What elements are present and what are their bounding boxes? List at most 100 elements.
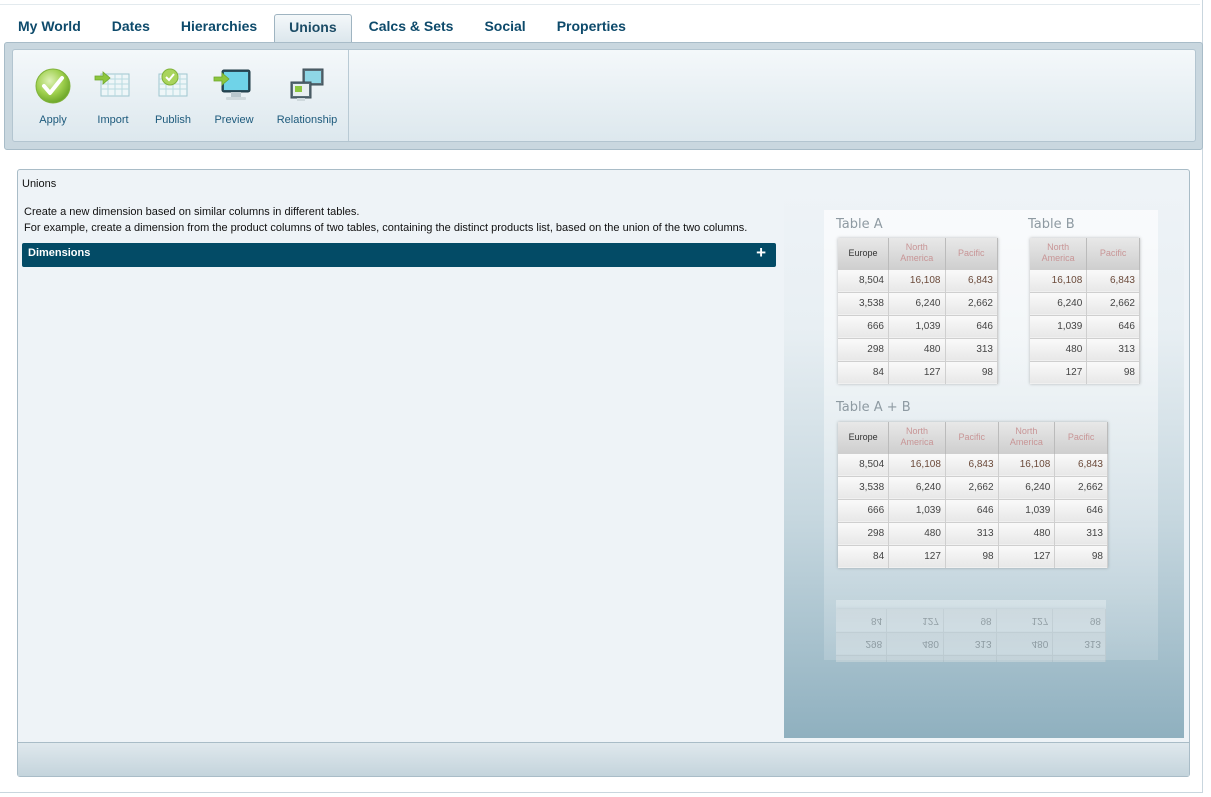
table-cell: 646 [1052, 655, 1106, 662]
table-cell: 313 [1086, 337, 1140, 361]
table-cell: 313 [943, 632, 997, 656]
tab-hierarchies[interactable]: Hierarchies [167, 14, 271, 42]
table-cell: 666 [838, 498, 890, 522]
tab-bar: My World Dates Hierarchies Unions Calcs … [4, 14, 643, 43]
table-row: 6,240 2,662 [1030, 291, 1140, 315]
table-cell: 298 [838, 521, 890, 545]
column-header: North America [1030, 238, 1088, 269]
table-cell: 16,108 [888, 452, 946, 476]
table-cell: 127 [998, 544, 1056, 568]
table-b: North America Pacific 16,108 6,843 6,240 2… [1030, 238, 1140, 384]
table-cell: 1,039 [888, 498, 946, 522]
dimensions-header[interactable]: Dimensions + [22, 243, 776, 267]
column-header: North America [888, 238, 946, 269]
table-row: 480 313 [1030, 337, 1140, 361]
table-row: 8,504 16,108 6,843 16,108 6,843 [838, 452, 1108, 476]
preview-label: Preview [214, 114, 254, 126]
ribbon: Apply Import Publish Preview Relationshi… [4, 42, 1203, 150]
table-cell: 98 [1052, 609, 1106, 633]
tab-social[interactable]: Social [470, 14, 539, 42]
tab-my-world[interactable]: My World [4, 14, 95, 42]
table-cell: 6,843 [1086, 268, 1140, 292]
top-divider [0, 4, 1200, 5]
table-cell: 646 [1054, 498, 1108, 522]
table-row: 298 480 313 480 313 [838, 521, 1108, 545]
description-line-1: Create a new dimension based on similar … [24, 206, 360, 218]
column-header: Europe [838, 422, 890, 453]
table-row: 6661,0396461,039646 [838, 498, 1108, 522]
table-cell: 313 [1054, 521, 1108, 545]
apply-button[interactable]: Apply [20, 64, 86, 134]
table-cell: 16,108 [998, 452, 1056, 476]
table-row: 16,108 6,843 [1030, 268, 1140, 292]
table-row: 84 127 98 127 98 [836, 609, 1106, 633]
table-reflection: 3,5386,2402,6626,2402,662 6661,0396461,0… [836, 600, 1106, 662]
apply-label: Apply [39, 114, 67, 126]
table-cell: 6,240 [888, 475, 946, 499]
table-cell: 6,240 [998, 475, 1056, 499]
table-cell: 298 [838, 337, 889, 361]
table-import-icon [94, 71, 130, 97]
table-ab-header-row: Europe North America Pacific North Ameri… [838, 422, 1108, 453]
tab-dates[interactable]: Dates [98, 14, 164, 42]
table-cell: 8,504 [838, 268, 889, 292]
column-header: North America [888, 422, 946, 453]
tab-calcs-sets[interactable]: Calcs & Sets [355, 14, 468, 42]
table-a: Europe North America Pacific 8,504 16,108… [838, 238, 998, 384]
table-cell: 127 [996, 609, 1053, 633]
dimensions-label: Dimensions [28, 247, 91, 259]
table-a-header-row: Europe North America Pacific [838, 238, 998, 269]
panel-title: Unions [22, 178, 57, 190]
column-header: Europe [838, 238, 889, 269]
table-row: 1,039 646 [1030, 314, 1140, 338]
table-cell: 8,504 [838, 452, 890, 476]
table-cell: 127 [1030, 360, 1088, 384]
table-cell: 666 [838, 314, 889, 338]
table-cell: 6,843 [1054, 452, 1108, 476]
column-header: Pacific [1086, 238, 1140, 269]
table-cell: 1,039 [1030, 314, 1088, 338]
table-cell: 298 [836, 632, 887, 656]
table-row: 6661,0396461,039646 [836, 655, 1106, 662]
table-b-header-row: North America Pacific [1030, 238, 1140, 269]
ribbon-toolbar: Apply Import Publish Preview Relationshi… [12, 49, 1196, 142]
table-b-title: Table B [1028, 217, 1075, 232]
table-cell: 646 [1086, 314, 1140, 338]
import-button[interactable]: Import [80, 64, 146, 134]
table-cell: 3,538 [838, 291, 889, 315]
table-cell: 666 [836, 655, 887, 662]
relationship-button[interactable]: Relationship [269, 64, 345, 134]
table-cell: 313 [945, 337, 998, 361]
column-header: North America [998, 422, 1056, 453]
table-ab-title: Table A + B [836, 400, 911, 415]
tab-properties[interactable]: Properties [543, 14, 640, 42]
description-line-2: For example, create a dimension from the… [24, 222, 748, 234]
app-window: My World Dates Hierarchies Unions Calcs … [0, 0, 1203, 793]
table-row: 666 1,039 646 [838, 314, 998, 338]
table-cell: 1,039 [886, 655, 944, 662]
table-cell: 127 [886, 609, 944, 633]
table-publish-icon [158, 68, 188, 97]
checkmark-icon [35, 68, 71, 104]
table-cell: 3,538 [838, 475, 890, 499]
table-row: 84 127 98 [838, 360, 998, 384]
table-cell: 98 [1086, 360, 1140, 384]
table-cell: 127 [888, 544, 946, 568]
add-dimension-icon[interactable]: + [756, 243, 766, 263]
table-cell: 1,039 [998, 498, 1056, 522]
table-cell: 1,039 [888, 314, 946, 338]
table-row: 127 98 [1030, 360, 1140, 384]
ribbon-group-actions: Apply Import Publish Preview Relationshi… [13, 50, 349, 141]
table-a-title: Table A [836, 217, 883, 232]
table-cell: 2,662 [945, 475, 999, 499]
table-cell: 84 [836, 609, 887, 633]
table-row: 8,504 16,108 6,843 [838, 268, 998, 292]
tab-unions[interactable]: Unions [274, 14, 352, 43]
table-cell: 480 [996, 632, 1053, 656]
table-cell: 313 [945, 521, 999, 545]
table-cell: 16,108 [1030, 268, 1088, 292]
preview-button[interactable]: Preview [201, 64, 267, 134]
table-cell: 2,662 [945, 291, 998, 315]
table-cell: 646 [945, 498, 999, 522]
publish-button[interactable]: Publish [140, 64, 206, 134]
